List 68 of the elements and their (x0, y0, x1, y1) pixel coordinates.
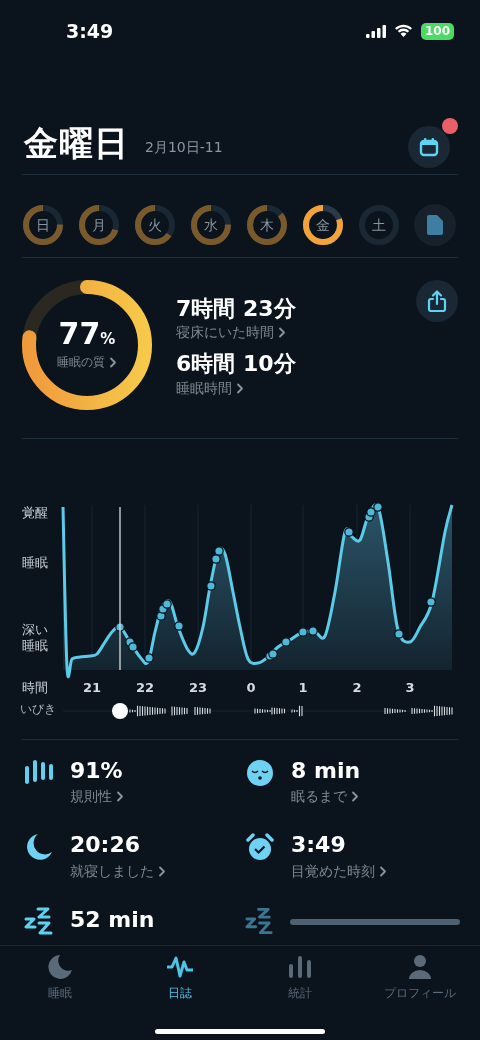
tab-item[interactable]: プロフィール (360, 946, 480, 1040)
quality-link[interactable]: 睡眠の質 (57, 353, 117, 371)
document-icon (427, 215, 443, 235)
share-button[interactable] (416, 280, 458, 322)
chevron-icon (109, 356, 117, 368)
stat-link[interactable]: 規則性 (70, 786, 124, 808)
hour-label: 21 (82, 680, 102, 695)
calendar-button[interactable] (408, 126, 450, 168)
stat-link[interactable]: 眠るまで (291, 786, 359, 808)
wifi-icon (393, 24, 413, 38)
hour-label: 3 (405, 680, 415, 695)
snore-label: いびき (20, 703, 56, 717)
zzz-icon (245, 906, 274, 935)
chevron-icon (379, 865, 387, 877)
quality-score: 77% (58, 319, 116, 349)
stat-value: 20:26 (70, 832, 142, 859)
alarm-clock-icon (245, 832, 275, 861)
stage-label: 覚醒 (22, 505, 49, 521)
stat-value: 91% (70, 758, 124, 785)
metric-value: 6時間 10分 (176, 351, 296, 378)
waveform-icon (167, 954, 193, 980)
signal-icon (365, 24, 386, 38)
day-ring[interactable]: 月 (78, 204, 120, 246)
tab-item[interactable]: 統計 (240, 946, 360, 1040)
stat-value: 52 min (70, 906, 155, 934)
metric-link[interactable]: 寝床にいた時間 (176, 322, 286, 344)
stage-label: 睡眠 (22, 555, 49, 571)
hour-label: 22 (135, 680, 155, 695)
chevron-icon (278, 327, 286, 339)
timeline-handle[interactable] (112, 703, 128, 719)
tab-item[interactable]: 睡眠 (0, 946, 120, 1040)
stat-link[interactable]: 就寝しました (70, 860, 166, 882)
bar-chart-icon (287, 954, 313, 980)
stat-value: 8 min (291, 758, 361, 785)
chevron-icon (158, 865, 166, 877)
battery-indicator: 100 (420, 22, 454, 40)
day-ring[interactable]: 金 (302, 204, 344, 246)
day-ring[interactable]: 水 (190, 204, 232, 246)
chevron-icon (351, 791, 359, 803)
stage-label: 深い睡眠 (22, 622, 49, 654)
tab-item[interactable]: 日誌 (120, 946, 240, 1040)
day-ring[interactable]: 日 (22, 204, 64, 246)
metric-value: 7時間 23分 (176, 296, 296, 323)
date-range: 2月10日-11 (145, 137, 223, 157)
hour-label: 1 (298, 680, 308, 695)
stat-value: 3:49 (291, 832, 347, 859)
metric-link[interactable]: 睡眠時間 (176, 377, 244, 399)
hour-label: 0 (246, 680, 256, 695)
chevron-icon (236, 382, 244, 394)
status-time: 3:49 (66, 18, 114, 44)
day-ring[interactable]: 火 (134, 204, 176, 246)
bar-chart-icon (24, 758, 54, 786)
sleeping-face-icon (245, 758, 275, 786)
day-ring[interactable]: 土 (358, 204, 400, 246)
chevron-icon (116, 791, 124, 803)
day-ring[interactable]: 木 (246, 204, 288, 246)
day-title: 金曜日 (24, 121, 129, 165)
stat-link[interactable]: 目覚めた時刻 (291, 860, 387, 882)
axis-title: 時間 (22, 680, 48, 695)
calendar-icon (419, 137, 439, 157)
hour-label: 2 (352, 680, 362, 695)
report-button[interactable] (414, 204, 456, 246)
zzz-icon (24, 906, 54, 935)
moon-icon (47, 954, 73, 980)
hour-label: 23 (188, 680, 208, 695)
person-icon (407, 954, 433, 980)
moon-icon (24, 832, 54, 861)
share-icon (427, 290, 447, 312)
